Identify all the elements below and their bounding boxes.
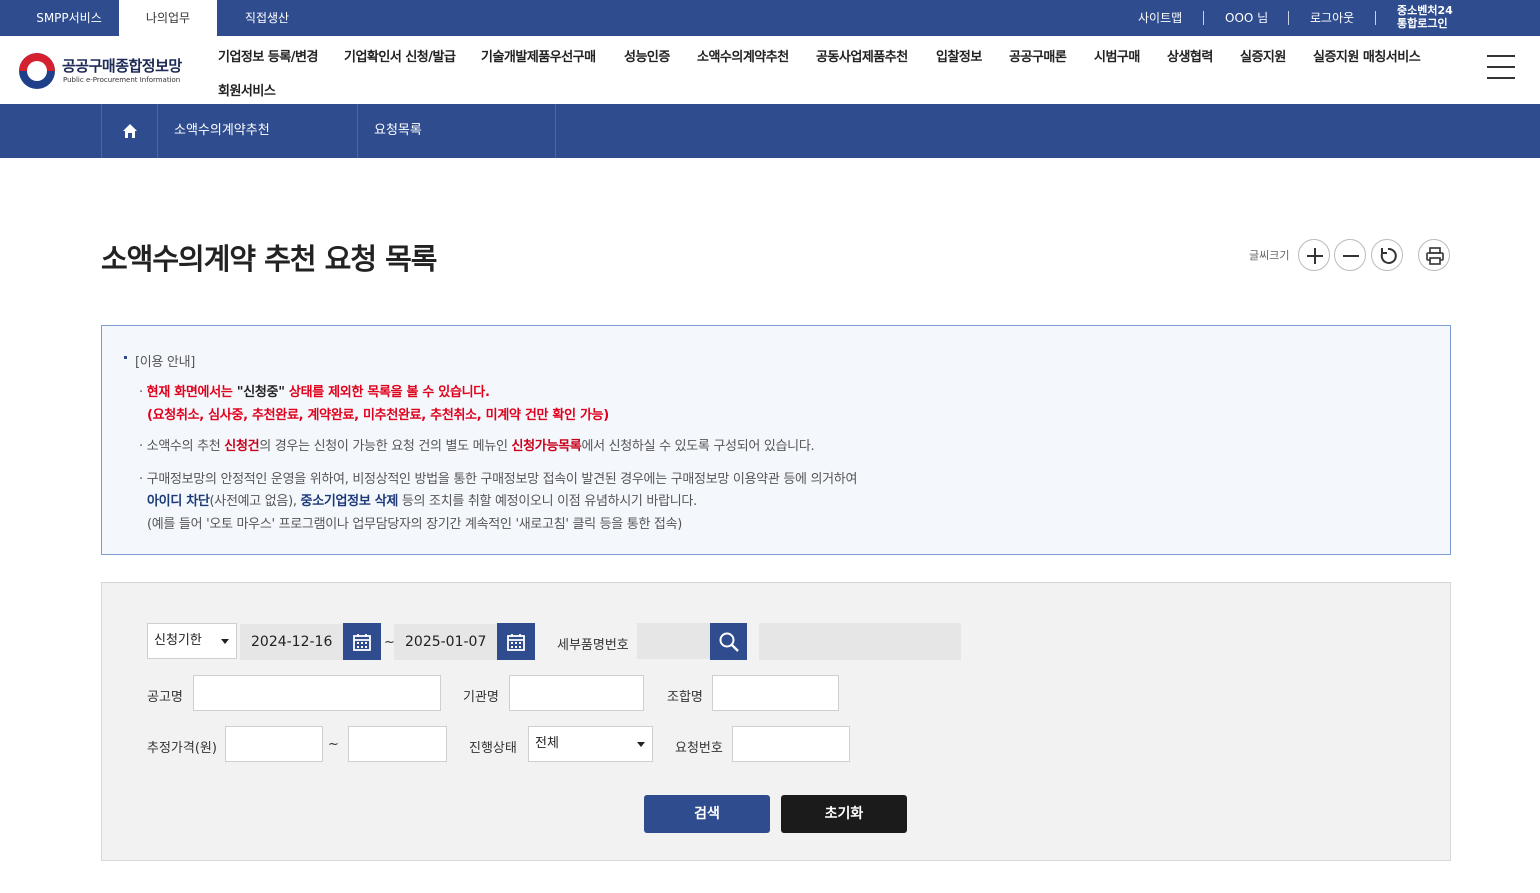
date-to-calendar-button[interactable] [497,623,535,660]
integrated-login-link[interactable]: 중소벤처24 통합로그인 [1397,4,1453,30]
hamburger-menu-icon[interactable] [1487,55,1515,79]
notice-line-5: 아이디 차단(사전예고 없음), 중소기업정보 삭제 등의 조치를 취할 예정이… [147,494,697,509]
notice-line-4: · 구매정보망의 안정적인 운영을 위하여, 비정상적인 방법을 통한 구매정보… [139,472,858,487]
calendar-icon [353,634,371,651]
chevron-down-icon [637,742,645,747]
tab-direct-production[interactable]: 직접생산 [218,0,316,36]
divider [1203,11,1204,25]
chevron-down-icon [221,639,229,644]
request-number-input[interactable] [732,726,850,762]
status-value: 전체 [535,736,559,751]
period-type-value: 신청기한 [154,633,202,648]
gnb-company-certificate[interactable]: 기업확인서 신청/발급 [344,46,456,65]
search-button[interactable]: 검색 [644,795,770,833]
site-header: 공공구매종합정보망 Public e-Procurement Informati… [0,36,1540,104]
calendar-icon [507,634,525,651]
user-name[interactable]: OOO 님 [1225,0,1268,36]
gnb-win-win[interactable]: 상생협력 [1167,46,1213,65]
sitemap-link[interactable]: 사이트맵 [1138,0,1182,36]
search-icon [719,632,739,652]
price-max-input[interactable] [348,726,447,762]
notice-line-6: (예를 들어 '오토 마우스' 프로그램이나 업무담당자의 장기간 계속적인 '… [147,517,683,532]
price-separator: ~ [328,737,339,752]
font-reset-button[interactable] [1371,239,1403,271]
gnb-performance-cert[interactable]: 성능인증 [624,46,670,65]
notice-name-label: 공고명 [147,690,183,705]
logo-title: 공공구매종합정보망 [62,57,182,75]
font-decrease-button[interactable] [1334,239,1366,271]
gnb-member-service[interactable]: 회원서비스 [218,80,276,99]
notice-line-2: (요청취소, 심사중, 추천완료, 계약완료, 미추천완료, 추천취소, 미계약… [147,408,609,423]
request-number-label: 요청번호 [675,741,723,756]
font-size-label: 글씨크기 [1249,249,1290,262]
print-icon [1426,247,1444,265]
date-from-field[interactable]: 2024-12-16 [240,624,344,660]
gnb-public-purchase-loan[interactable]: 공공구매론 [1009,46,1067,65]
logout-link[interactable]: 로그아웃 [1310,0,1354,36]
government-emblem-icon [19,53,55,89]
breadcrumb: 소액수의계약추천 요청목록 [0,104,1540,158]
integrated-login-line1: 중소벤처24 [1397,4,1453,17]
union-input[interactable] [712,675,839,711]
page-title: 소액수의계약 추천 요청 목록 [101,242,437,276]
agency-input[interactable] [509,675,644,711]
notice-line-3: · 소액수의 추천 신청건의 경우는 신청이 가능한 요청 건의 별도 메뉴인 … [139,439,815,454]
gnb-joint-business[interactable]: 공동사업제품추천 [816,46,908,65]
home-button[interactable] [101,104,157,158]
print-button[interactable] [1418,239,1450,271]
bullet-icon [124,356,127,359]
logo-subtitle: Public e-Procurement Information [63,76,181,84]
gnb-demonstration-matching[interactable]: 실증지원 매칭서비스 [1313,46,1421,65]
font-increase-button[interactable] [1298,239,1330,271]
tab-my-work[interactable]: 나의업무 [119,0,217,36]
item-number-input[interactable] [637,623,711,659]
usage-notice: [이용 안내] · 현재 화면에서는 "신청중" 상태를 제외한 목록을 볼 수… [101,325,1451,555]
notice-line-1: · 현재 화면에서는 "신청중" 상태를 제외한 목록을 볼 수 있습니다. [139,385,490,400]
status-select[interactable]: 전체 [528,726,653,762]
divider [1375,11,1376,25]
item-number-search-button[interactable] [710,623,747,660]
item-number-label: 세부품명번호 [557,638,629,653]
search-panel: 신청기한 2024-12-16 ~ 2025-01-07 세부품명번호 공고명 … [101,582,1451,861]
gnb-company-info[interactable]: 기업정보 등록/변경 [218,46,318,65]
price-min-input[interactable] [225,726,323,762]
reset-button[interactable]: 초기화 [781,795,907,833]
home-icon [123,124,137,138]
gnb-tech-product-purchase[interactable]: 기술개발제품우선구매 [481,46,596,65]
notice-name-input[interactable] [193,675,441,711]
breadcrumb-request-list[interactable]: 요청목록 [357,104,556,158]
refresh-icon [1380,247,1397,264]
tab-smpp-service[interactable]: SMPP서비스 [20,0,118,36]
gnb-small-contract[interactable]: 소액수의계약추천 [697,46,789,65]
gnb-demonstration[interactable]: 실증지원 [1240,46,1286,65]
period-type-select[interactable]: 신청기한 [147,623,237,659]
gnb-pilot-purchase[interactable]: 시범구매 [1094,46,1140,65]
divider [1288,11,1289,25]
plus-icon [1307,248,1323,264]
gnb-bid-info[interactable]: 입찰정보 [936,46,982,65]
date-to-field[interactable]: 2025-01-07 [394,624,498,660]
breadcrumb-small-contract[interactable]: 소액수의계약추천 [157,104,358,158]
integrated-login-line2: 통합로그인 [1397,17,1448,30]
item-name-readonly-field [759,623,961,660]
top-utility-bar: SMPP서비스 나의업무 직접생산 사이트맵 OOO 님 로그아웃 중소벤처24… [0,0,1540,36]
price-label: 추정가격(원) [147,741,217,756]
notice-heading: [이용 안내] [135,355,196,370]
minus-icon [1343,255,1359,257]
agency-label: 기관명 [463,690,499,705]
union-label: 조합명 [667,690,703,705]
date-from-calendar-button[interactable] [343,623,381,660]
status-label: 진행상태 [469,741,517,756]
